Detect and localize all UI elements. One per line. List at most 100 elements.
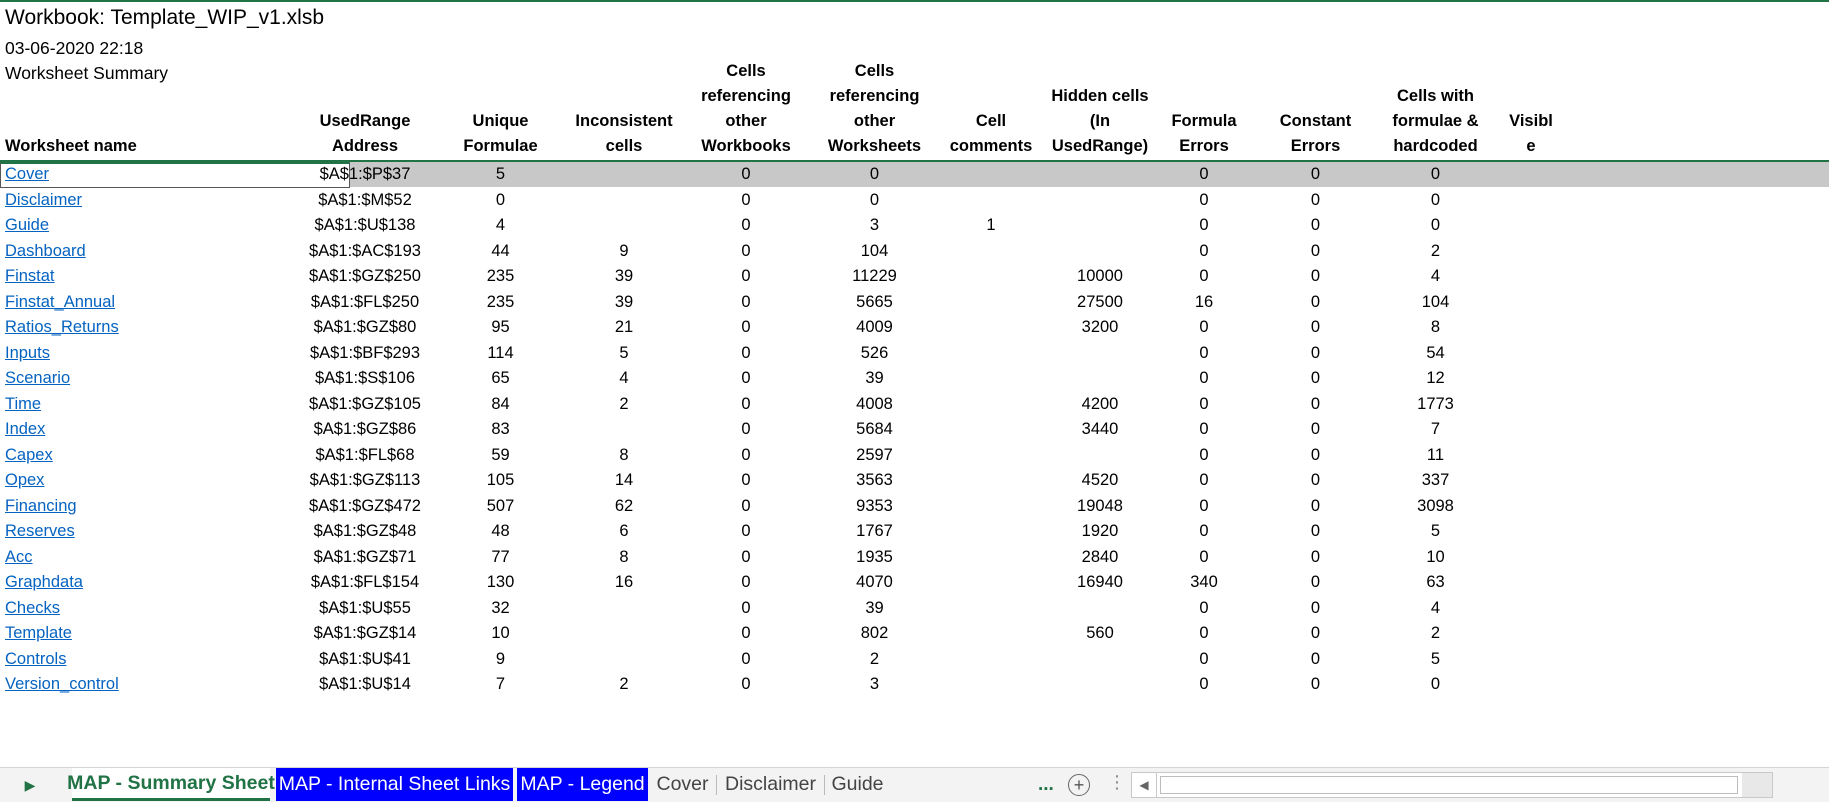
- cell-comments[interactable]: [937, 519, 1045, 544]
- cell-hardcoded[interactable]: 0: [1373, 672, 1498, 697]
- cell-comments[interactable]: [937, 366, 1045, 391]
- cell-comments[interactable]: [937, 315, 1045, 340]
- cell-formula-errors[interactable]: 0: [1150, 162, 1258, 187]
- cell-other-ws[interactable]: 3563: [812, 468, 937, 493]
- cell-visible[interactable]: [1503, 366, 1559, 391]
- cell-inconsistent[interactable]: 21: [568, 315, 680, 340]
- split-handle-icon[interactable]: ⋮: [1108, 772, 1126, 793]
- cell-comments[interactable]: 1: [937, 213, 1045, 238]
- cell-comments[interactable]: [937, 647, 1045, 672]
- cell-hardcoded[interactable]: 11: [1373, 443, 1498, 468]
- cell-range[interactable]: $A$1:$GZ$250: [300, 264, 430, 289]
- cell-unique[interactable]: 77: [438, 545, 563, 570]
- cell-range[interactable]: $A$1:$FL$250: [300, 290, 430, 315]
- cell-hardcoded[interactable]: 1773: [1373, 392, 1498, 417]
- cell-inconsistent[interactable]: 9: [568, 239, 680, 264]
- cell-formula-errors[interactable]: 0: [1150, 468, 1258, 493]
- play-right-icon[interactable]: ▶: [0, 768, 60, 802]
- cell-formula-errors[interactable]: 0: [1150, 392, 1258, 417]
- cell-other-ws[interactable]: 2: [812, 647, 937, 672]
- cell-comments[interactable]: [937, 341, 1045, 366]
- cell-other-wb[interactable]: 0: [680, 392, 812, 417]
- cell-hidden[interactable]: 3200: [1045, 315, 1155, 340]
- sheet-link[interactable]: Financing: [5, 494, 77, 519]
- cell-hidden[interactable]: [1045, 366, 1155, 391]
- cell-visible[interactable]: [1503, 239, 1559, 264]
- cell-hardcoded[interactable]: 0: [1373, 162, 1498, 187]
- cell-constant-errors[interactable]: 0: [1258, 417, 1373, 442]
- cell-hidden[interactable]: [1045, 443, 1155, 468]
- cell-range[interactable]: $A$1:$AC$193: [300, 239, 430, 264]
- cell-hardcoded[interactable]: 2: [1373, 239, 1498, 264]
- cell-range[interactable]: $A$1:$U$14: [300, 672, 430, 697]
- cell-formula-errors[interactable]: 0: [1150, 621, 1258, 646]
- sheet-link[interactable]: Disclaimer: [5, 188, 82, 213]
- cell-formula-errors[interactable]: 0: [1150, 366, 1258, 391]
- cell-other-wb[interactable]: 0: [680, 647, 812, 672]
- cell-comments[interactable]: [937, 672, 1045, 697]
- cell-range[interactable]: $A$1:$U$41: [300, 647, 430, 672]
- cell-formula-errors[interactable]: 0: [1150, 341, 1258, 366]
- cell-other-ws[interactable]: 0: [812, 188, 937, 213]
- cell-constant-errors[interactable]: 0: [1258, 392, 1373, 417]
- cell-hardcoded[interactable]: 63: [1373, 570, 1498, 595]
- cell-inconsistent[interactable]: [568, 162, 680, 187]
- cell-formula-errors[interactable]: 0: [1150, 545, 1258, 570]
- cell-other-wb[interactable]: 0: [680, 417, 812, 442]
- cell-hidden[interactable]: [1045, 341, 1155, 366]
- cell-other-ws[interactable]: 39: [812, 596, 937, 621]
- cell-unique[interactable]: 4: [438, 213, 563, 238]
- cell-inconsistent[interactable]: 62: [568, 494, 680, 519]
- cell-constant-errors[interactable]: 0: [1258, 672, 1373, 697]
- sheet-link[interactable]: Ratios_Returns: [5, 315, 119, 340]
- cell-hidden[interactable]: 560: [1045, 621, 1155, 646]
- cell-other-wb[interactable]: 0: [680, 596, 812, 621]
- cell-comments[interactable]: [937, 596, 1045, 621]
- cell-formula-errors[interactable]: 0: [1150, 596, 1258, 621]
- cell-visible[interactable]: [1503, 519, 1559, 544]
- cell-other-ws[interactable]: 5665: [812, 290, 937, 315]
- cell-hardcoded[interactable]: 10: [1373, 545, 1498, 570]
- cell-inconsistent[interactable]: 2: [568, 672, 680, 697]
- cell-constant-errors[interactable]: 0: [1258, 188, 1373, 213]
- cell-inconsistent[interactable]: [568, 596, 680, 621]
- cell-other-ws[interactable]: 104: [812, 239, 937, 264]
- sheet-link[interactable]: Guide: [5, 213, 49, 238]
- sheet-link[interactable]: Dashboard: [5, 239, 86, 264]
- cell-hidden[interactable]: 10000: [1045, 264, 1155, 289]
- cell-comments[interactable]: [937, 290, 1045, 315]
- cell-formula-errors[interactable]: 0: [1150, 315, 1258, 340]
- cell-hidden[interactable]: [1045, 647, 1155, 672]
- cell-hardcoded[interactable]: 3098: [1373, 494, 1498, 519]
- cell-constant-errors[interactable]: 0: [1258, 239, 1373, 264]
- cell-visible[interactable]: [1503, 647, 1559, 672]
- cell-hardcoded[interactable]: 12: [1373, 366, 1498, 391]
- cell-other-wb[interactable]: 0: [680, 672, 812, 697]
- sheet-link[interactable]: Cover: [5, 162, 49, 187]
- cell-hidden[interactable]: 3440: [1045, 417, 1155, 442]
- cell-hardcoded[interactable]: 0: [1373, 188, 1498, 213]
- cell-inconsistent[interactable]: 16: [568, 570, 680, 595]
- cell-inconsistent[interactable]: [568, 213, 680, 238]
- cell-comments[interactable]: [937, 162, 1045, 187]
- cell-comments[interactable]: [937, 188, 1045, 213]
- cell-other-wb[interactable]: 0: [680, 264, 812, 289]
- cell-visible[interactable]: [1503, 392, 1559, 417]
- cell-inconsistent[interactable]: 8: [568, 443, 680, 468]
- cell-other-ws[interactable]: 39: [812, 366, 937, 391]
- cell-unique[interactable]: 32: [438, 596, 563, 621]
- cell-unique[interactable]: 507: [438, 494, 563, 519]
- cell-other-ws[interactable]: 4008: [812, 392, 937, 417]
- sheet-link[interactable]: Capex: [5, 443, 53, 468]
- cell-hardcoded[interactable]: 104: [1373, 290, 1498, 315]
- cell-unique[interactable]: 48: [438, 519, 563, 544]
- cell-constant-errors[interactable]: 0: [1258, 213, 1373, 238]
- cell-comments[interactable]: [937, 417, 1045, 442]
- cell-unique[interactable]: 65: [438, 366, 563, 391]
- cell-hidden[interactable]: 1920: [1045, 519, 1155, 544]
- cell-other-wb[interactable]: 0: [680, 162, 812, 187]
- cell-comments[interactable]: [937, 545, 1045, 570]
- sheet-link[interactable]: Version_control: [5, 672, 119, 697]
- cell-constant-errors[interactable]: 0: [1258, 519, 1373, 544]
- cell-formula-errors[interactable]: 0: [1150, 213, 1258, 238]
